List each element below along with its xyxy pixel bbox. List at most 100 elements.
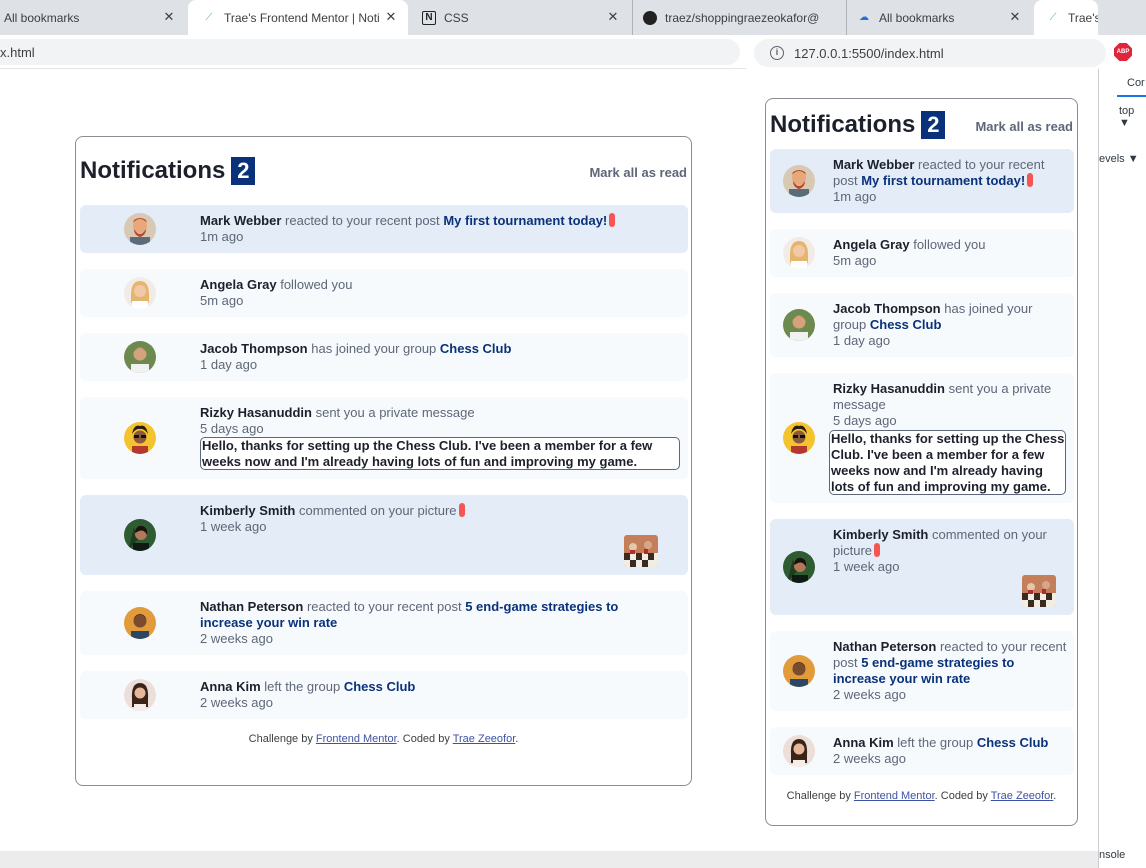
close-icon[interactable]: ✕ (606, 10, 620, 24)
tab-github[interactable]: traez/shoppingraezeokafor@ (632, 0, 842, 35)
cloud-icon: ☁ (859, 12, 869, 23)
user-name[interactable]: Rizky Hasanuddin (833, 381, 945, 396)
unread-dot (609, 213, 616, 227)
notification-text: Jacob Thompson has joined your group Che… (200, 341, 670, 373)
action-text: followed you (913, 237, 986, 252)
user-name[interactable]: Angela Gray (200, 277, 277, 292)
tab-title: Trae's Frontend Mentor | Noti (224, 10, 380, 25)
footer-text: . (1053, 790, 1057, 802)
page-title: Notifications (80, 157, 226, 184)
mark-all-read-button[interactable]: Mark all as read (589, 165, 687, 180)
author-link[interactable]: Trae Zeeofor (991, 790, 1054, 802)
avatar (124, 277, 156, 309)
console-drawer-tab[interactable]: nsole (1099, 849, 1125, 861)
user-name[interactable]: Kimberly Smith (200, 503, 295, 518)
action-text: left the group (264, 679, 341, 694)
notification-item[interactable]: Nathan Peterson reacted to your recent p… (770, 631, 1074, 711)
user-name[interactable]: Jacob Thompson (833, 301, 941, 316)
notification-item[interactable]: Mark Webber reacted to your recent post … (80, 205, 688, 253)
unread-dot (1027, 173, 1034, 187)
post-link[interactable]: My first tournament today! (861, 173, 1025, 188)
user-name[interactable]: Rizky Hasanuddin (200, 405, 312, 420)
tab-css[interactable]: N CSS ✕ (410, 0, 630, 35)
private-message[interactable]: Hello, thanks for setting up the Chess C… (200, 437, 680, 470)
notification-text: Rizky Hasanuddin sent you a private mess… (833, 381, 1069, 429)
frontend-mentor-icon: ⟋ (1049, 12, 1057, 23)
user-name[interactable]: Mark Webber (833, 157, 914, 172)
post-link[interactable]: 5 end-game strategies to increase your w… (833, 655, 1014, 686)
avatar (124, 341, 156, 373)
user-name[interactable]: Angela Gray (833, 237, 910, 252)
author-link[interactable]: Trae Zeeofor (453, 733, 516, 745)
tab-traes[interactable]: ⟋ Trae's (1034, 0, 1098, 35)
tab-strip: All bookmarks ✕ ⟋ Trae's Frontend Mentor… (0, 0, 1146, 35)
notion-icon: N (422, 10, 436, 25)
user-name[interactable]: Jacob Thompson (200, 341, 308, 356)
notification-item[interactable]: Jacob Thompson has joined your group Che… (770, 293, 1074, 357)
active-tab-indicator (1117, 95, 1146, 97)
tab-all-bookmarks[interactable]: All bookmarks ✕ (0, 0, 186, 35)
commented-picture-thumbnail[interactable] (624, 535, 658, 567)
group-link[interactable]: Chess Club (440, 341, 512, 356)
action-text: left the group (897, 735, 974, 750)
notification-item[interactable]: Mark Webber reacted to your recent post … (770, 149, 1074, 213)
mark-all-read-button[interactable]: Mark all as read (975, 119, 1073, 134)
unread-count-badge: 2 (231, 157, 256, 185)
user-name[interactable]: Nathan Peterson (833, 639, 936, 654)
footer-text: . Coded by (934, 790, 988, 802)
commented-picture-thumbnail[interactable] (1022, 575, 1056, 607)
log-levels-select[interactable]: evels ▼ (1099, 153, 1139, 165)
private-message[interactable]: Hello, thanks for setting up the Chess C… (829, 430, 1066, 495)
info-icon[interactable]: i (770, 46, 784, 60)
avatar (783, 309, 815, 341)
user-name[interactable]: Nathan Peterson (200, 599, 303, 614)
notification-item[interactable]: Jacob Thompson has joined your group Che… (80, 333, 688, 381)
close-icon[interactable]: ✕ (162, 10, 176, 24)
action-text: followed you (280, 277, 353, 292)
post-link[interactable]: My first tournament today! (443, 213, 607, 228)
close-icon[interactable]: ✕ (384, 10, 398, 24)
devtools-console-tab[interactable]: Cor (1127, 77, 1145, 89)
group-link[interactable]: Chess Club (344, 679, 416, 694)
notification-item[interactable]: Angela Gray followed you 5m ago (80, 269, 688, 317)
context-select[interactable]: top ▼ (1119, 105, 1146, 129)
url-field[interactable]: x.html (0, 39, 740, 65)
close-icon[interactable]: ✕ (1008, 10, 1022, 24)
action-text: has joined your group (311, 341, 437, 356)
tab-frontend-mentor-notifications[interactable]: ⟋ Trae's Frontend Mentor | Noti ✕ (188, 0, 408, 35)
page-title: Notifications (770, 111, 916, 138)
user-name[interactable]: Kimberly Smith (833, 527, 928, 542)
notification-item[interactable]: Nathan Peterson reacted to your recent p… (80, 591, 688, 655)
unread-count-badge: 2 (921, 111, 946, 139)
avatar (783, 165, 815, 197)
tab-all-bookmarks-2[interactable]: ☁ All bookmarks ✕ (846, 0, 1032, 35)
user-name[interactable]: Mark Webber (200, 213, 281, 228)
tab-title: All bookmarks (4, 10, 80, 25)
notification-item[interactable]: Kimberly Smith commented on your picture… (80, 495, 688, 575)
tab-title: All bookmarks (879, 10, 955, 25)
url-field[interactable]: i 127.0.0.1:5500/index.html (754, 39, 1106, 67)
action-text: sent you a private message (315, 405, 475, 420)
avatar (124, 213, 156, 245)
avatar (124, 519, 156, 551)
notification-item[interactable]: Angela Gray followed you 5m ago (770, 229, 1074, 277)
avatar (124, 679, 156, 711)
notification-item[interactable]: Anna Kim left the group Chess Club 2 wee… (80, 671, 688, 719)
group-link[interactable]: Chess Club (870, 317, 942, 332)
avatar (124, 422, 156, 454)
user-name[interactable]: Anna Kim (833, 735, 894, 750)
user-name[interactable]: Anna Kim (200, 679, 261, 694)
group-link[interactable]: Chess Club (977, 735, 1049, 750)
frontend-mentor-link[interactable]: Frontend Mentor (316, 733, 397, 745)
frontend-mentor-link[interactable]: Frontend Mentor (854, 790, 935, 802)
timestamp: 1m ago (200, 229, 244, 244)
notification-item[interactable]: Anna Kim left the group Chess Club 2 wee… (770, 727, 1074, 775)
attribution-footer: Challenge by Frontend Mentor. Coded by T… (76, 733, 691, 745)
notification-item[interactable]: Rizky Hasanuddin sent you a private mess… (80, 397, 688, 479)
notification-item[interactable]: Kimberly Smith commented on your picture… (770, 519, 1074, 615)
notification-item[interactable]: Rizky Hasanuddin sent you a private mess… (770, 373, 1074, 503)
tab-title: traez/shoppingraezeokafor@ (665, 10, 820, 25)
footer-text: Challenge by (248, 733, 313, 745)
notification-text: Kimberly Smith commented on your picture… (833, 527, 1069, 575)
timestamp: 5m ago (833, 253, 877, 268)
